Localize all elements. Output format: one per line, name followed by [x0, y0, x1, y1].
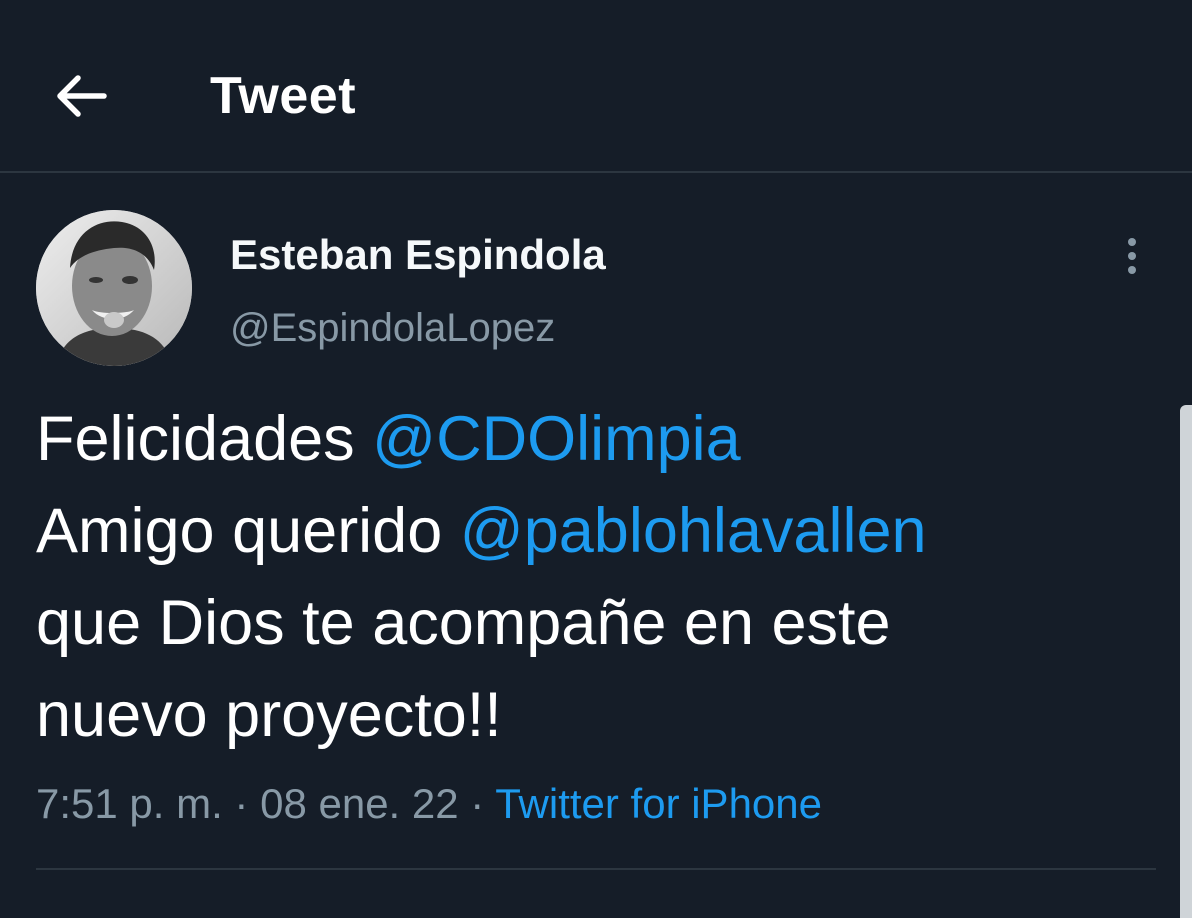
- page-title: Tweet: [210, 67, 357, 125]
- tweet-text-segment: Amigo querido: [36, 496, 460, 566]
- tweet-time: 7:51 p. m.: [36, 780, 223, 827]
- tweet-source-link[interactable]: Twitter for iPhone: [495, 780, 822, 827]
- user-avatar-image: [36, 210, 192, 366]
- tweet-metadata: 7:51 p. m. · 08 ene. 22 · Twitter for iP…: [36, 778, 822, 830]
- tweet-date: 08 ene. 22: [260, 780, 459, 827]
- more-vertical-icon: [1128, 238, 1136, 274]
- tweet-line: que Dios te acompañe en este: [36, 588, 891, 658]
- tweet-line: Felicidades @CDOlimpia: [36, 393, 1136, 485]
- more-options-button[interactable]: [1112, 236, 1152, 280]
- meta-separator: ·: [458, 780, 496, 827]
- meta-separator: ·: [222, 780, 261, 827]
- arrow-left-icon: [57, 75, 107, 117]
- tweet-body: Felicidades @CDOlimpia Amigo querido @pa…: [36, 393, 1136, 761]
- top-bar: Tweet: [0, 0, 1192, 173]
- author-handle[interactable]: @EspindolaLopez: [230, 302, 555, 354]
- back-button[interactable]: [48, 66, 112, 126]
- tweet-text-segment: Felicidades: [36, 404, 373, 474]
- avatar[interactable]: [36, 210, 192, 366]
- tweet-line: Amigo querido @pablohlavallen: [36, 485, 1136, 577]
- scrollbar[interactable]: [1180, 405, 1192, 918]
- divider: [36, 868, 1156, 870]
- author-name[interactable]: Esteban Espindola: [230, 228, 606, 282]
- tweet-detail-screen: Tweet Esteban Espindola @EspindolaLopez: [0, 0, 1192, 918]
- tweet-line: nuevo proyecto!!: [36, 680, 502, 750]
- mention-link[interactable]: @pablohlavallen: [460, 496, 927, 566]
- mention-link[interactable]: @CDOlimpia: [372, 404, 741, 474]
